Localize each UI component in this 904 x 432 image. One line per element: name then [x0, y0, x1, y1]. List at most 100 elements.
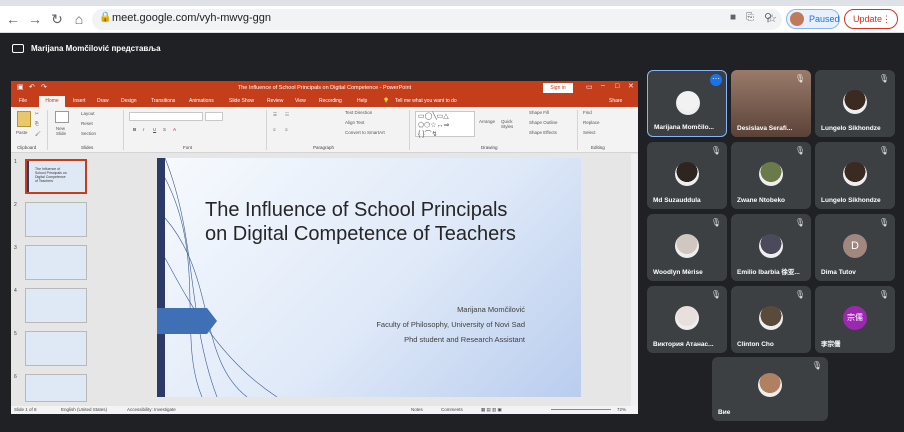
- address-bar[interactable]: 🔒 meet.google.com/vyh-mwvg-ggn ■ ⎘ ⚲: [92, 9, 782, 30]
- minimize-icon[interactable]: –: [601, 82, 605, 89]
- maximize-icon[interactable]: □: [615, 83, 619, 90]
- bullets-icon[interactable]: ☰: [273, 112, 277, 118]
- back-icon[interactable]: ←: [4, 10, 22, 28]
- slide-thumbnail-5[interactable]: [25, 331, 87, 366]
- comments-button[interactable]: Comments: [441, 406, 463, 414]
- update-button[interactable]: Update ⋮: [844, 9, 898, 29]
- ppt-titlebar: ▣ ↶ ↷ The Influence of School Principals…: [11, 81, 638, 95]
- menu-slide-show[interactable]: Slide Show: [229, 95, 254, 107]
- menu-insert[interactable]: Insert: [73, 95, 86, 107]
- menu-home[interactable]: Home: [39, 96, 65, 107]
- thumb-number: 2: [14, 202, 17, 208]
- zoom-slider[interactable]: [551, 409, 611, 410]
- section-button[interactable]: Section: [81, 131, 96, 136]
- text-direction-button[interactable]: Text Direction: [345, 110, 372, 115]
- slide-thumbnails: 1 The Influence of School Principals on …: [11, 154, 99, 406]
- convert-smartart-button[interactable]: Convert to SmartArt: [345, 130, 385, 135]
- participant-avatar: [759, 306, 783, 330]
- font-name-field[interactable]: [129, 112, 203, 121]
- select-button[interactable]: Select: [583, 130, 596, 135]
- menu-view[interactable]: View: [295, 95, 306, 107]
- zoom-level[interactable]: 72%: [617, 406, 626, 414]
- slide-thumbnail-1[interactable]: The Influence of School Principals on Di…: [25, 159, 87, 194]
- numbering-icon[interactable]: ☷: [285, 112, 289, 118]
- view-buttons[interactable]: ▦ ▤ ▥ ▣: [481, 406, 502, 414]
- notes-button[interactable]: Notes: [411, 406, 423, 414]
- shape-effects-button[interactable]: Shape Effects: [529, 130, 557, 135]
- quick-styles-button[interactable]: Quick Styles: [501, 119, 523, 129]
- participant-tile[interactable]: 🎙 Lungelo Sikhondze: [815, 142, 895, 209]
- strikethrough-icon[interactable]: S: [163, 127, 166, 132]
- menu-draw[interactable]: Draw: [97, 95, 109, 107]
- menu-transitions[interactable]: Transitions: [151, 95, 175, 107]
- align-text-button[interactable]: Align Text: [345, 120, 364, 125]
- participant-avatar-letter: D: [843, 234, 867, 258]
- participant-tile[interactable]: 🎙 Zwane Ntobeko: [731, 142, 811, 209]
- participant-name: Вие: [718, 409, 731, 416]
- font-size-field[interactable]: [205, 112, 223, 121]
- participant-tile[interactable]: 宗儒 🎙 李宗儒: [815, 286, 895, 353]
- align-left-icon[interactable]: ≡: [273, 127, 276, 132]
- format-painter-icon[interactable]: 🖌: [35, 131, 41, 137]
- slide-thumbnail-2[interactable]: [25, 202, 87, 237]
- menu-recording[interactable]: Recording: [319, 95, 342, 107]
- menu-file[interactable]: File: [19, 95, 27, 107]
- font-color-icon[interactable]: A: [173, 127, 176, 132]
- participant-tile[interactable]: 🎙 Вие: [712, 357, 828, 421]
- menu-review[interactable]: Review: [267, 95, 283, 107]
- group-paragraph: Paragraph: [313, 145, 335, 150]
- camera-icon[interactable]: ■: [730, 12, 736, 23]
- participant-tile[interactable]: ⋯ Marijana Momčilo...: [647, 70, 727, 137]
- current-slide[interactable]: The Influence of School Principals on Di…: [157, 158, 581, 397]
- lock-icon: 🔒: [99, 12, 112, 23]
- shapes-gallery[interactable]: ▭◯╲▭△ ⬠⬡☆↔⇒{ }⌒↯: [415, 111, 475, 138]
- cut-icon[interactable]: ✂: [35, 111, 39, 117]
- participant-tile[interactable]: 🎙 Lungelo Sikhondze: [815, 70, 895, 137]
- participant-tile[interactable]: 🎙 Виктория Атанас...: [647, 286, 727, 353]
- underline-icon[interactable]: U: [153, 127, 156, 132]
- share-button[interactable]: Share: [609, 95, 622, 107]
- divider: [266, 110, 267, 150]
- bold-icon[interactable]: B: [133, 127, 136, 132]
- tell-me-input[interactable]: Tell me what you want to do: [395, 95, 457, 107]
- language-status[interactable]: English (United States): [61, 406, 107, 414]
- participant-tile[interactable]: 🎙 Desislava Serafi...: [731, 70, 811, 137]
- forward-icon[interactable]: →: [26, 10, 44, 28]
- slide-thumbnail-3[interactable]: [25, 245, 87, 280]
- reload-icon[interactable]: ↻: [48, 10, 66, 28]
- sign-in-button[interactable]: Sign in: [543, 83, 573, 93]
- ribbon-display-icon[interactable]: ▭: [586, 83, 593, 91]
- slide-thumbnail-4[interactable]: [25, 288, 87, 323]
- home-icon[interactable]: ⌂: [70, 10, 88, 28]
- new-slide-button[interactable]: New Slide: [56, 126, 72, 136]
- menu-animations[interactable]: Animations: [189, 95, 214, 107]
- find-button[interactable]: Find: [583, 110, 592, 115]
- arrange-button[interactable]: Arrange: [479, 119, 495, 124]
- paste-button[interactable]: Paste: [16, 130, 28, 135]
- menu-help[interactable]: Help: [357, 95, 367, 107]
- copy-icon[interactable]: ⎘: [35, 121, 39, 126]
- reset-button[interactable]: Reset: [81, 121, 93, 126]
- group-drawing: Drawing: [481, 145, 498, 150]
- participant-tile[interactable]: D 🎙 Dima Tutov: [815, 214, 895, 281]
- participant-tile[interactable]: 🎙 Woodlyn Mèrise: [647, 214, 727, 281]
- close-icon[interactable]: ✕: [628, 82, 634, 90]
- replace-button[interactable]: Replace: [583, 120, 600, 125]
- layout-button[interactable]: Layout: [81, 111, 95, 116]
- star-icon[interactable]: ☆: [764, 11, 780, 27]
- slide-thumbnail-6[interactable]: [25, 374, 87, 402]
- participant-tile[interactable]: 🎙 Md Suzauddula: [647, 142, 727, 209]
- align-center-icon[interactable]: ≡: [285, 127, 288, 132]
- menu-design[interactable]: Design: [121, 95, 137, 107]
- shape-fill-button[interactable]: Shape Fill: [529, 110, 549, 115]
- participant-tile[interactable]: 🎙 Clinton Cho: [731, 286, 811, 353]
- shape-outline-button[interactable]: Shape Outline: [529, 120, 558, 125]
- italic-icon[interactable]: I: [143, 127, 144, 132]
- vertical-scrollbar[interactable]: [631, 154, 638, 406]
- accessibility-status[interactable]: Accessibility: Investigate: [127, 406, 176, 414]
- participant-name: Zwane Ntobeko: [737, 197, 786, 204]
- participant-tile[interactable]: 🎙 Emilio Ibarbia 徐亚...: [731, 214, 811, 281]
- translate-icon[interactable]: ⎘: [746, 12, 754, 23]
- profile-paused-button[interactable]: Paused: [786, 9, 840, 29]
- more-options-icon[interactable]: ⋯: [710, 74, 722, 86]
